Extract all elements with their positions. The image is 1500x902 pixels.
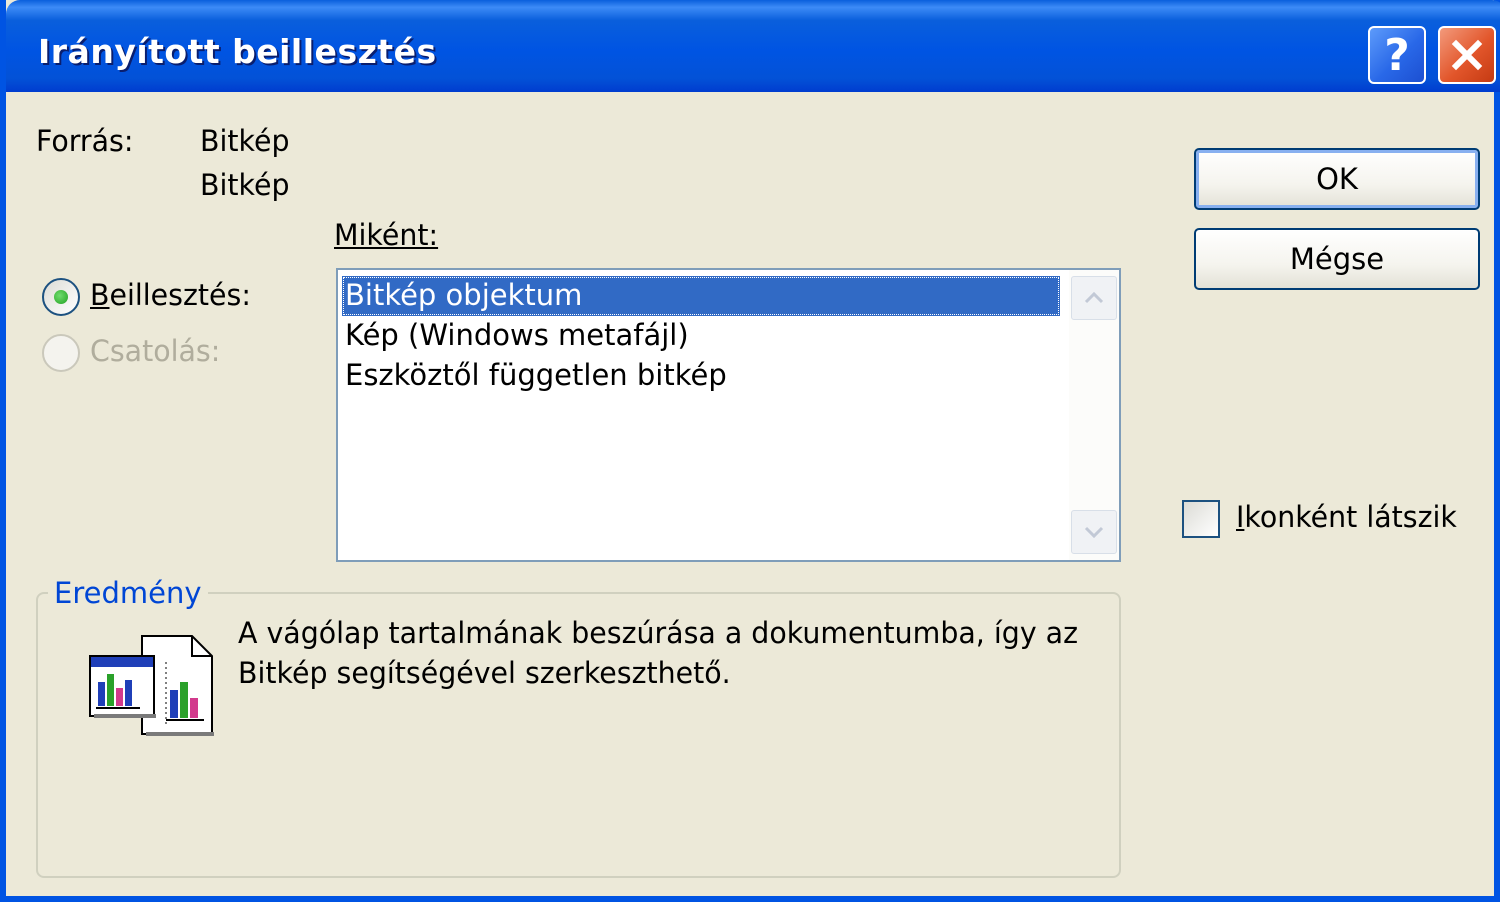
paste-special-dialog: Irányított beillesztés ? Forrás: Bitkép … xyxy=(0,0,1500,902)
link-radio-label[interactable]: Csatolás: xyxy=(90,334,220,368)
paste-radio-accesskey: B xyxy=(90,278,110,312)
source-label: Forrás: xyxy=(36,124,134,158)
result-legend: Eredmény xyxy=(48,576,208,610)
paste-radio[interactable] xyxy=(42,278,80,316)
display-as-icon-label-rest: konként látszik xyxy=(1244,500,1457,534)
paste-radio-label-rest: eillesztés: xyxy=(109,278,251,312)
display-as-icon-label[interactable]: Ikonként látszik xyxy=(1236,500,1457,534)
help-button[interactable]: ? xyxy=(1368,26,1426,84)
chevron-up-icon xyxy=(1084,291,1104,304)
as-label: Miként: xyxy=(334,218,438,252)
display-as-icon-accesskey: I xyxy=(1236,500,1245,534)
result-description-line1: A vágólap tartalmának beszúrása a dokume… xyxy=(238,616,1079,650)
scroll-up-button[interactable] xyxy=(1071,276,1117,320)
cancel-button[interactable]: Mégse xyxy=(1194,228,1480,290)
display-as-icon-checkbox[interactable] xyxy=(1182,500,1220,538)
listbox-scrollbar[interactable] xyxy=(1069,270,1119,560)
title-bar[interactable]: Irányított beillesztés ? xyxy=(6,0,1500,92)
scroll-down-button[interactable] xyxy=(1071,510,1117,554)
list-item[interactable]: Bitkép objektum xyxy=(342,276,1060,316)
close-icon xyxy=(1451,39,1483,71)
as-type-listbox[interactable]: Bitkép objektum Kép (Windows metafájl) E… xyxy=(336,268,1121,562)
source-value-line1: Bitkép xyxy=(200,124,290,158)
list-item[interactable]: Kép (Windows metafájl) xyxy=(342,316,1060,356)
paste-object-icon xyxy=(89,635,214,736)
dialog-body: Forrás: Bitkép Bitkép Miként: Beilleszté… xyxy=(6,92,1494,896)
source-value-line2: Bitkép xyxy=(200,168,290,202)
list-item[interactable]: Eszköztől független bitkép xyxy=(342,356,1060,396)
close-button[interactable] xyxy=(1438,26,1496,84)
window-title: Irányított beillesztés xyxy=(38,32,437,71)
chevron-down-icon xyxy=(1084,526,1104,539)
paste-radio-label[interactable]: Beillesztés: xyxy=(90,278,251,312)
result-description-line2: Bitkép segítségével szerkeszthető. xyxy=(238,656,731,690)
help-icon: ? xyxy=(1384,29,1410,81)
link-radio[interactable] xyxy=(42,334,80,372)
as-label-text: Miként: xyxy=(334,218,439,252)
ok-button[interactable]: OK xyxy=(1194,148,1480,210)
